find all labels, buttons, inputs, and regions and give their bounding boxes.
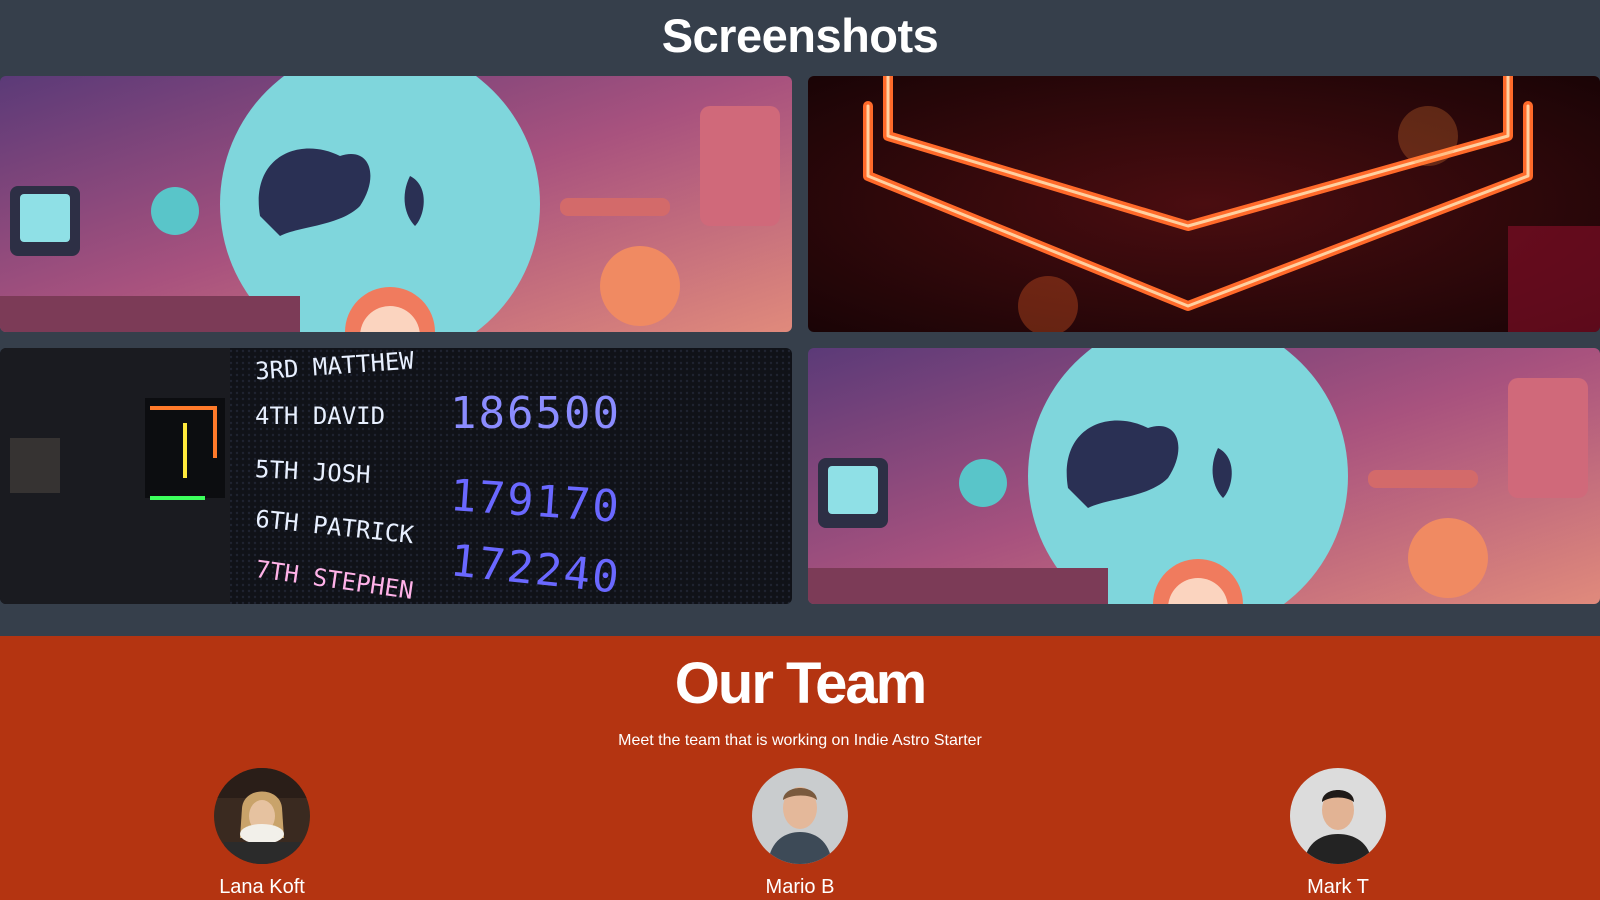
score-name: PATRICK [311, 510, 415, 550]
avatar [1290, 768, 1386, 864]
score-row: 3RD MATTHEW [254, 348, 415, 386]
team-member-card: Lana Koft [162, 768, 362, 899]
team-member-card: Mario B [700, 768, 900, 899]
team-heading: Our Team [674, 651, 927, 716]
screenshot-image[interactable] [808, 348, 1600, 604]
team-member-card: Mark T [1238, 768, 1438, 899]
avatar-photo [1290, 768, 1386, 864]
score-name: STEPHEN [311, 563, 416, 604]
team-section: Our Team Meet the team that is working o… [0, 636, 1600, 900]
member-name: Lana Koft [219, 876, 305, 898]
score-rank: 6TH [253, 504, 301, 538]
avatar-photo [214, 768, 310, 864]
screenshot-image[interactable] [0, 76, 792, 332]
space-girl-illustration [808, 348, 1600, 604]
score-name: DAVID [312, 402, 386, 430]
score-row: 6TH PATRICK [254, 505, 415, 549]
score-row: 5TH JOSH [254, 455, 371, 489]
team-subtitle: Meet the team that is working on Indie A… [618, 732, 982, 749]
screenshots-section: Screenshots 3RD MATTHEW 4TH DAVID 186500… [0, 0, 1600, 636]
score-row: 7TH STEPHEN [254, 555, 415, 604]
score-value: 172240 [447, 535, 624, 604]
avatar [752, 768, 848, 864]
scoreboard: 3RD MATTHEW 4TH DAVID 186500 5TH JOSH 6T… [254, 348, 792, 604]
score-rank: 5TH [254, 454, 300, 486]
neon-sign-photo [808, 76, 1600, 332]
avatar [214, 768, 310, 864]
screenshots-heading: Screenshots [661, 9, 939, 62]
score-rank: 3RD [254, 354, 300, 386]
member-name: Mark T [1307, 876, 1369, 898]
space-girl-illustration [0, 76, 792, 332]
score-rank: 4TH [255, 402, 299, 430]
score-value: 179170 [448, 470, 623, 533]
score-rank: 7TH [253, 555, 301, 589]
screenshot-image[interactable] [808, 76, 1600, 332]
score-name: JOSH [312, 458, 372, 490]
score-name: MATTHEW [311, 348, 415, 382]
score-value: 186500 [450, 388, 621, 439]
score-row: 4TH DAVID [255, 402, 385, 430]
screenshot-image[interactable]: 3RD MATTHEW 4TH DAVID 186500 5TH JOSH 6T… [0, 348, 792, 604]
member-name: Mario B [765, 876, 835, 898]
avatar-photo [752, 768, 848, 864]
